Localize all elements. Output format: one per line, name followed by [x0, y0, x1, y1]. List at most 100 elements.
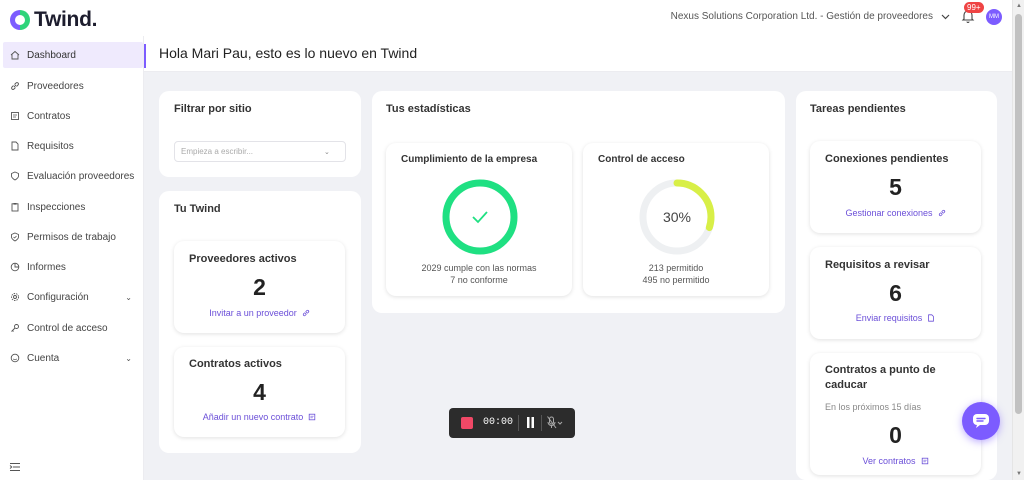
chat-icon — [973, 414, 989, 428]
compliance-details: 2029 cumple con las normas 7 no conforme — [386, 262, 572, 286]
stat-title: Proveedores activos — [189, 253, 297, 265]
access-ring: 30% — [639, 179, 715, 255]
smile-icon — [10, 353, 20, 363]
sidebar-item-label: Requisitos — [27, 140, 74, 152]
chevron-down-icon: ⌄ — [125, 292, 132, 302]
stat-value: 2 — [253, 274, 266, 300]
sidebar-item-label: Contratos — [27, 110, 71, 122]
control-acceso-card: Control de acceso 30% 213 permitido 495 … — [583, 143, 769, 296]
access-allowed: 213 permitido — [648, 263, 704, 273]
stat-title: Control de acceso — [598, 154, 685, 165]
logo[interactable]: Twind. — [10, 8, 97, 32]
sidebar-item-configuracion[interactable]: Configuración ⌄ — [3, 284, 143, 310]
document-icon — [11, 141, 19, 151]
chat-button[interactable] — [962, 402, 1000, 440]
gear-icon — [11, 293, 19, 301]
sidebar: Dashboard Proveedores Contratos Requisit… — [0, 36, 144, 480]
sidebar-item-permisos[interactable]: Permisos de trabajo — [3, 224, 143, 250]
top-bar: Twind. Nexus Solutions Corporation Ltd. … — [0, 0, 1012, 36]
sidebar-item-label: Control de acceso — [27, 322, 108, 334]
access-denied: 495 no permitido — [642, 275, 710, 285]
add-contract-link[interactable]: Añadir un nuevo contrato — [174, 412, 345, 422]
filter-title: Filtrar por sitio — [174, 103, 252, 115]
greeting-bar: Hola Mari Pau, esto es lo nuevo en Twind — [144, 36, 1012, 72]
mic-muted-icon[interactable] — [547, 416, 563, 430]
link-label: Enviar requisitos — [855, 313, 923, 323]
sidebar-item-control-acceso[interactable]: Control de acceso — [3, 315, 143, 341]
company-name: Nexus Solutions Corporation Ltd. - Gesti… — [670, 11, 933, 22]
link-label: Gestionar conexiones — [845, 208, 933, 218]
conexiones-card: Conexiones pendientes 5 Gestionar conexi… — [810, 141, 981, 233]
caducar-card: Contratos a punto de caducar En los próx… — [810, 353, 981, 475]
sidebar-item-inspecciones[interactable]: Inspecciones — [3, 194, 143, 220]
sidebar-item-evaluacion[interactable]: Evaluación proveedores — [3, 163, 143, 189]
sidebar-item-label: Dashboard — [27, 49, 76, 61]
site-search-input[interactable] — [174, 141, 346, 162]
logo-mark-icon — [10, 10, 30, 30]
document-icon — [928, 314, 935, 322]
requisitos-card: Requisitos a revisar 6 Enviar requisitos — [810, 247, 981, 339]
link-label: Añadir un nuevo contrato — [202, 412, 304, 422]
sidebar-item-label: Informes — [27, 261, 66, 273]
contract-icon — [309, 413, 316, 421]
sidebar-item-label: Evaluación proveedores — [27, 170, 135, 182]
pause-icon[interactable] — [526, 417, 535, 428]
stop-recording-button[interactable] — [461, 417, 473, 429]
cumplimiento-card: Cumplimiento de la empresa 2029 cumple c… — [386, 143, 572, 296]
tu-twind-card: Tu Twind Proveedores activos 2 Invitar a… — [159, 191, 361, 453]
proveedores-activos-card: Proveedores activos 2 Invitar a un prove… — [174, 241, 345, 333]
link-icon — [11, 82, 19, 90]
tareas-title: Tareas pendientes — [810, 103, 906, 115]
ring-progress — [442, 179, 518, 255]
filter-card: Filtrar por sitio ⌄ — [159, 91, 361, 177]
title-line-1: Contratos a punto de — [825, 364, 936, 376]
sidebar-item-contratos[interactable]: Contratos — [3, 103, 143, 129]
sidebar-item-label: Configuración — [27, 291, 89, 303]
chevron-down-icon[interactable]: ⌄ — [324, 148, 330, 156]
check-icon — [472, 211, 488, 224]
tu-twind-title: Tu Twind — [174, 203, 221, 215]
home-icon — [10, 50, 20, 60]
clipboard-icon — [11, 203, 19, 212]
sidebar-item-informes[interactable]: Informes — [3, 254, 143, 280]
stat-title: Requisitos a revisar — [825, 259, 930, 271]
access-percent: 30% — [663, 209, 691, 225]
scroll-up-icon[interactable]: ▲ — [1015, 3, 1023, 9]
scroll-down-icon[interactable]: ▼ — [1015, 471, 1023, 477]
sidebar-item-requisitos[interactable]: Requisitos — [3, 133, 143, 159]
sidebar-item-label: Cuenta — [27, 352, 60, 364]
sidebar-item-label: Inspecciones — [27, 201, 86, 213]
send-requirements-link[interactable]: Enviar requisitos — [810, 313, 981, 323]
recording-time: 00:00 — [483, 417, 514, 428]
stat-value: 4 — [253, 379, 266, 405]
collapse-sidebar-icon[interactable] — [9, 462, 21, 472]
stat-value: 6 — [889, 280, 902, 306]
page-scrollbar[interactable]: ▲ ▼ — [1012, 0, 1024, 480]
stat-title: Conexiones pendientes — [825, 153, 949, 165]
link-label: Invitar a un proveedor — [209, 308, 297, 318]
pie-chart-icon — [10, 262, 20, 272]
link-icon — [302, 309, 309, 317]
compliance-ring — [442, 179, 518, 255]
company-selector[interactable]: Nexus Solutions Corporation Ltd. - Gesti… — [671, 11, 950, 22]
contract-icon — [921, 457, 928, 465]
sidebar-item-cuenta[interactable]: Cuenta ⌄ — [3, 345, 143, 371]
stat-subtitle: En los próximos 15 días — [825, 402, 922, 412]
manage-connections-link[interactable]: Gestionar conexiones — [810, 208, 981, 218]
link-icon — [938, 209, 945, 217]
key-icon — [11, 324, 19, 332]
page-title: Hola Mari Pau, esto es lo nuevo en Twind — [159, 45, 418, 61]
stat-title: Cumplimiento de la empresa — [401, 154, 538, 165]
view-contracts-link[interactable]: Ver contratos — [810, 456, 981, 466]
sidebar-item-label: Permisos de trabajo — [27, 231, 116, 243]
compliance-not-ok: 7 no conforme — [450, 275, 508, 285]
invite-supplier-link[interactable]: Invitar a un proveedor — [174, 308, 345, 318]
notification-badge: 99+ — [964, 2, 984, 13]
sidebar-item-dashboard[interactable]: Dashboard — [3, 42, 143, 68]
avatar[interactable]: MM — [986, 9, 1002, 25]
contratos-activos-card: Contratos activos 4 Añadir un nuevo cont… — [174, 347, 345, 437]
title-line-2: caducar — [825, 379, 868, 391]
scroll-thumb[interactable] — [1015, 14, 1022, 414]
sidebar-item-proveedores[interactable]: Proveedores — [3, 73, 143, 99]
divider — [518, 415, 519, 431]
